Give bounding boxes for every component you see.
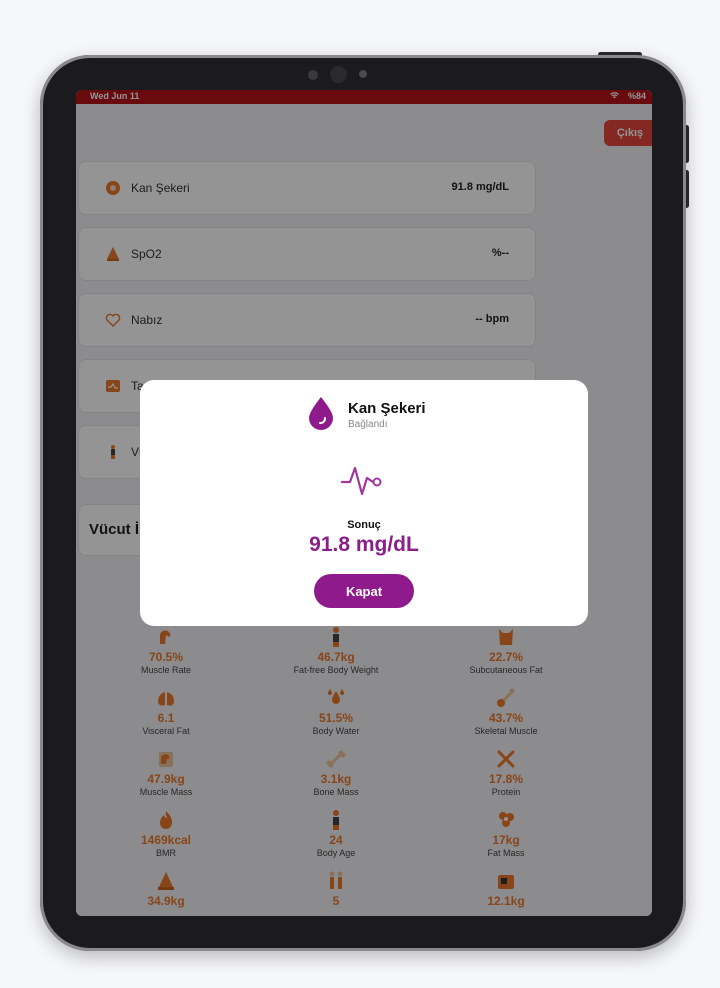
- result-value: 91.8 mg/dL: [309, 533, 419, 556]
- dialog-title: Kan Şekeri: [348, 400, 426, 417]
- result-label: Sonuç: [347, 519, 381, 531]
- app-screen: Wed Jun 11 %84 Çıkış Kan Şekeri 91.8 mg/…: [76, 90, 652, 916]
- result-dialog: Kan Şekeri Bağlandı Sonuç 91.8 mg/dL Kap…: [140, 380, 588, 626]
- blood-drop-icon: [309, 397, 333, 430]
- close-button[interactable]: Kapat: [314, 574, 414, 608]
- sensor-dot-2: [359, 70, 367, 78]
- camera-lens: [330, 66, 347, 83]
- pulse-icon: [340, 466, 382, 496]
- sensor-dot: [308, 70, 318, 80]
- dialog-subtitle: Bağlandı: [348, 419, 388, 430]
